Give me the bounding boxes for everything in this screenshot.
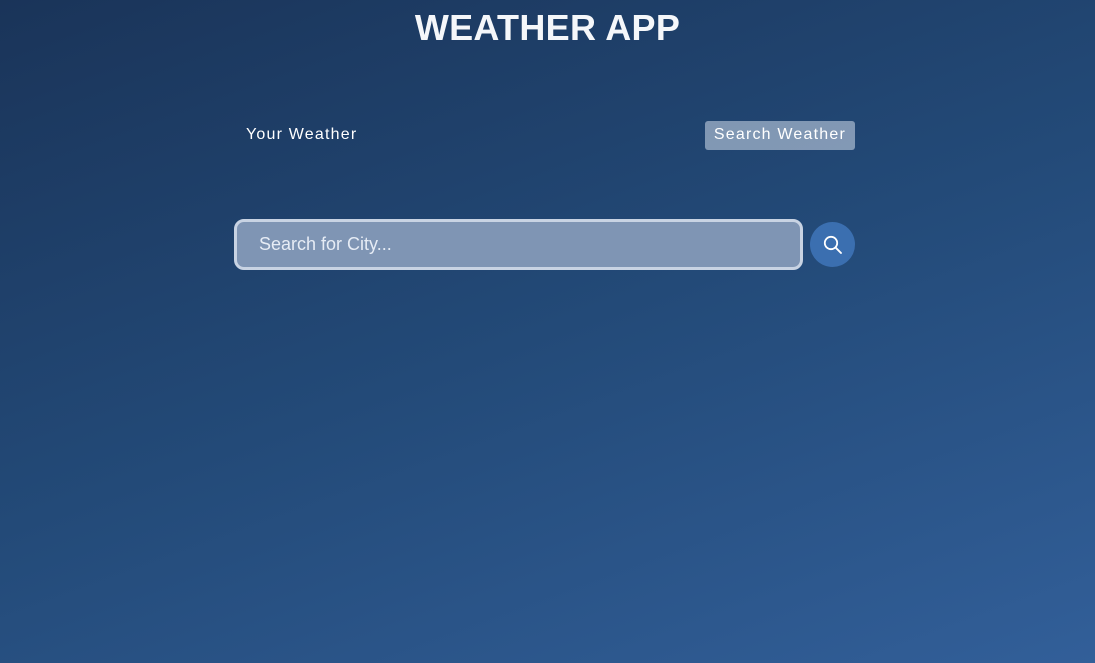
search-button[interactable] (810, 222, 855, 267)
search-form (234, 219, 855, 270)
tab-search-weather[interactable]: Search Weather (704, 121, 855, 150)
search-icon (823, 235, 843, 255)
tab-bar: Your Weather Search Weather (235, 121, 855, 150)
app-title: WEATHER APP (414, 7, 681, 48)
tab-your-weather[interactable]: Your Weather (235, 121, 368, 150)
city-search-input[interactable] (234, 219, 803, 270)
